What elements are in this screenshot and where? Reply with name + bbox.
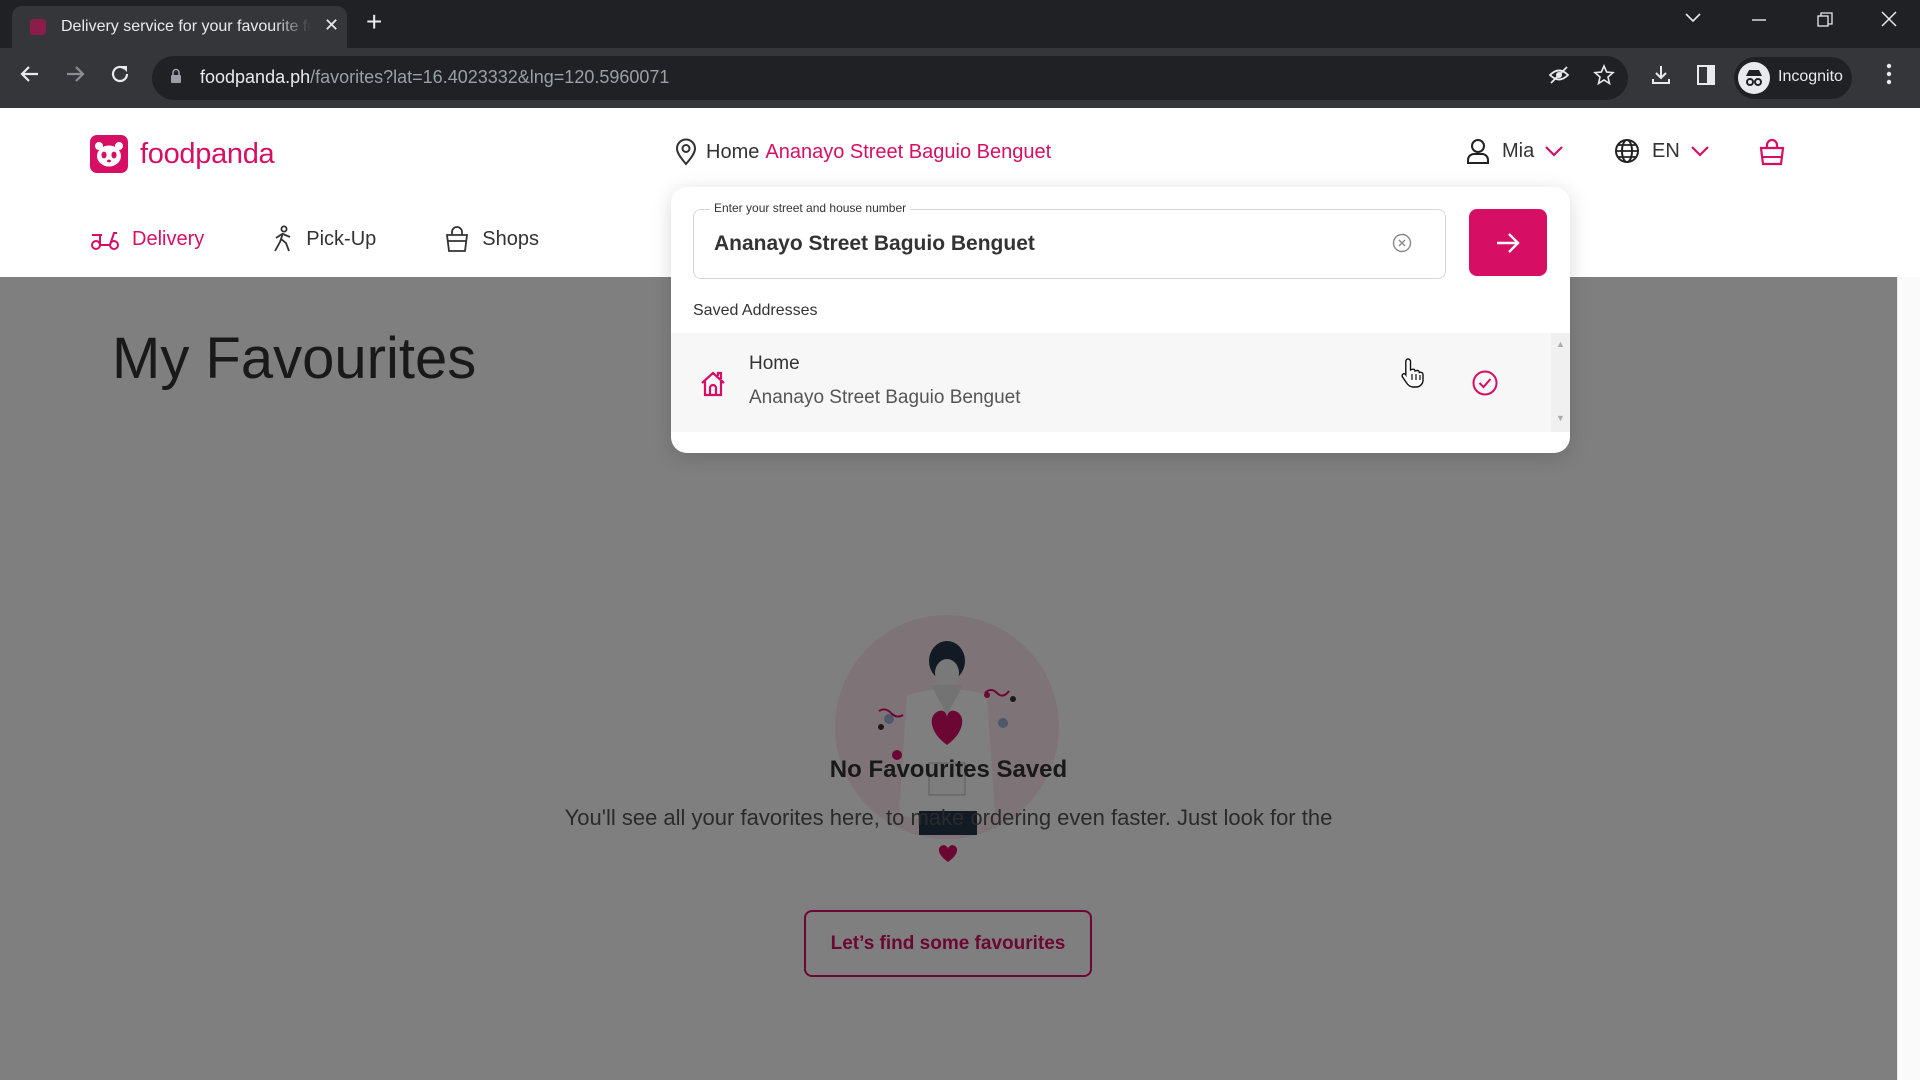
- restore-button[interactable]: [1817, 12, 1833, 33]
- incognito-profile-button[interactable]: Incognito: [1734, 57, 1852, 99]
- download-icon[interactable]: [1650, 64, 1672, 92]
- foodpanda-logo[interactable]: foodpanda: [90, 134, 275, 174]
- browser-toolbar: foodpanda.ph/favorites?lat=16.4023332&ln…: [0, 48, 1920, 108]
- saved-address-name: Home: [749, 353, 800, 374]
- chevron-down-icon: [1545, 146, 1564, 157]
- user-icon: [1467, 139, 1489, 164]
- minimize-button[interactable]: [1751, 6, 1767, 31]
- submit-address-button[interactable]: [1469, 209, 1547, 276]
- saved-addresses-label: Saved Addresses: [693, 302, 818, 319]
- back-button[interactable]: [18, 62, 42, 93]
- incognito-icon: [1738, 62, 1770, 94]
- logo-text: foodpanda: [140, 137, 275, 170]
- close-window-button[interactable]: [1880, 10, 1898, 33]
- lock-icon: [171, 68, 181, 83]
- chevron-down-icon: [1691, 146, 1709, 157]
- language-menu[interactable]: EN: [1614, 138, 1710, 164]
- user-menu[interactable]: Mia: [1466, 138, 1564, 164]
- address-input[interactable]: [714, 228, 1374, 260]
- clear-input-icon[interactable]: [1392, 233, 1412, 253]
- user-name: Mia: [1502, 139, 1535, 162]
- tab-pick-up[interactable]: Pick-Up: [272, 214, 376, 264]
- address-list-scrollbar[interactable]: ▲ ▼: [1551, 333, 1570, 432]
- browser-tab-bar: Delivery service for your favourite food…: [0, 0, 1920, 48]
- cart-bag-icon[interactable]: [1758, 138, 1786, 171]
- address-field-label: Enter your street and house number: [710, 201, 911, 215]
- incognito-label: Incognito: [1778, 68, 1843, 85]
- tab-delivery[interactable]: Delivery: [90, 214, 227, 282]
- location-label: Home: [706, 140, 760, 163]
- scroll-up-arrow-icon[interactable]: ▲: [1556, 339, 1565, 349]
- address-dropdown: Enter your street and house number Saved…: [671, 187, 1570, 453]
- forward-button[interactable]: [63, 62, 87, 93]
- tab-delivery-label: Delivery: [132, 227, 205, 250]
- globe-icon: [1615, 139, 1639, 163]
- address-bar[interactable]: foodpanda.ph/favorites?lat=16.4023332&ln…: [152, 56, 1628, 100]
- tab-search-icon[interactable]: [1684, 8, 1702, 29]
- browser-menu-icon[interactable]: [1886, 62, 1892, 92]
- tab-shops[interactable]: Shops: [444, 214, 539, 264]
- location-address: Ananayo Street Baguio Benguet: [765, 140, 1052, 163]
- address-field: Enter your street and house number: [693, 201, 1446, 279]
- browser-tab[interactable]: Delivery service for your favourite food…: [12, 6, 347, 48]
- saved-addresses-list: Home Ananayo Street Baguio Benguet ▲ ▼: [671, 333, 1570, 432]
- language-code: EN: [1652, 139, 1680, 162]
- eye-off-icon[interactable]: [1548, 64, 1570, 92]
- foodpanda-page: foodpanda Home Ananayo Street Baguio Ben…: [0, 108, 1920, 1080]
- location-pin-icon: [675, 138, 697, 166]
- delivery-location[interactable]: Home Ananayo Street Baguio Benguet: [674, 138, 1051, 166]
- panda-logo-icon: [90, 135, 128, 173]
- tab-title: Delivery service for your favourite food: [61, 18, 311, 35]
- home-icon: [699, 370, 727, 403]
- selected-check-icon: [1471, 369, 1499, 402]
- side-panel-icon[interactable]: [1696, 64, 1716, 92]
- shopping-bag-icon: [446, 226, 469, 252]
- arrow-right-icon: [1497, 232, 1520, 253]
- reload-button[interactable]: [108, 62, 132, 93]
- service-tabs: Delivery Pick-Up Shops: [90, 214, 607, 282]
- scroll-down-arrow-icon[interactable]: ▼: [1556, 413, 1565, 423]
- foodpanda-favicon-icon: [30, 19, 46, 35]
- scooter-icon: [91, 232, 119, 250]
- url-text: foodpanda.ph/favorites?lat=16.4023332&ln…: [200, 67, 670, 87]
- bookmark-star-icon[interactable]: [1593, 63, 1615, 92]
- close-tab-icon[interactable]: ✕: [324, 15, 339, 36]
- tab-shops-label: Shops: [482, 227, 539, 250]
- hand-cursor-icon: [1400, 357, 1426, 394]
- walking-person-icon: [274, 225, 291, 252]
- new-tab-button[interactable]: +: [366, 6, 382, 38]
- saved-address-line: Ananayo Street Baguio Benguet: [749, 387, 1021, 408]
- page-scrollbar[interactable]: [1897, 277, 1920, 1080]
- tab-pick-up-label: Pick-Up: [306, 227, 377, 250]
